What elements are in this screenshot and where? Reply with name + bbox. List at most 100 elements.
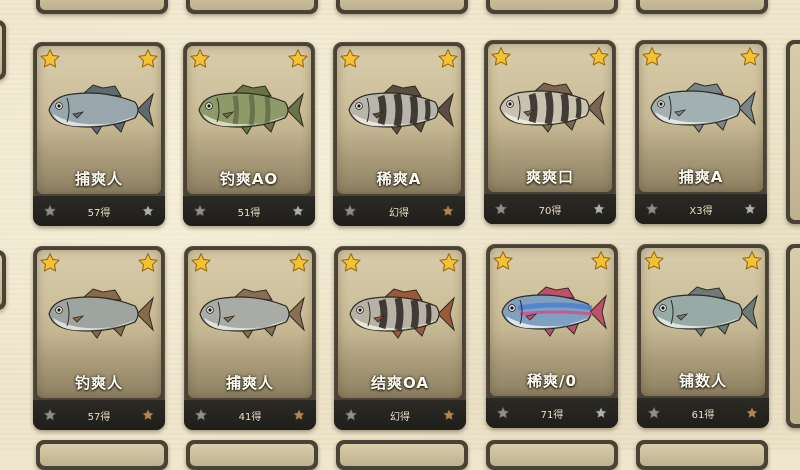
fish-card[interactable]: 捕爽人 57得: [33, 42, 165, 226]
star-icon: [194, 408, 208, 422]
star-icon: [592, 202, 606, 216]
star-icon: [43, 408, 57, 422]
card-footer: 51得: [183, 196, 315, 226]
star-icon: [442, 408, 456, 422]
star-icon: [141, 408, 155, 422]
fish-illustration: [343, 82, 455, 138]
star-icon: [594, 406, 608, 420]
star-icon: [490, 46, 512, 68]
partial-card-bottom: [486, 440, 618, 470]
star-icon: [588, 46, 610, 68]
fish-card[interactable]: 铺数人 61得: [637, 244, 769, 428]
partial-card-right: [786, 40, 800, 224]
fish-illustration: [645, 80, 757, 136]
star-icon: [340, 252, 362, 274]
fish-illustration: [494, 80, 606, 136]
fish-illustration: [496, 284, 608, 340]
star-icon: [494, 202, 508, 216]
star-icon: [438, 252, 460, 274]
partial-card-left: [0, 20, 6, 80]
fish-illustration: [193, 82, 305, 138]
star-icon: [641, 46, 663, 68]
star-icon: [745, 406, 759, 420]
star-icon: [190, 252, 212, 274]
fish-name: 捕爽人: [225, 374, 274, 392]
partial-card-left: [0, 250, 6, 310]
star-icon: [137, 48, 159, 70]
fish-name: 铺数人: [678, 372, 727, 390]
fish-value: X3得: [689, 206, 713, 217]
fish-value: 51得: [237, 208, 261, 219]
partial-card-top: [336, 0, 468, 14]
star-icon: [441, 204, 455, 218]
fish-name: 爽爽口: [525, 168, 574, 186]
fish-illustration: [194, 286, 306, 342]
star-icon: [137, 252, 159, 274]
fish-value: 71得: [540, 410, 564, 421]
star-icon: [193, 204, 207, 218]
star-icon: [437, 48, 459, 70]
fish-card[interactable]: 捕爽A X3得: [635, 40, 767, 224]
fish-value: 70得: [538, 206, 562, 217]
partial-card-right: [786, 244, 800, 428]
star-icon: [496, 406, 510, 420]
partial-card-top: [636, 0, 768, 14]
fish-value: 61得: [691, 410, 715, 421]
fish-value: 幻得: [389, 208, 409, 219]
star-icon: [39, 252, 61, 274]
star-icon: [590, 250, 612, 272]
card-footer: 70得: [484, 194, 616, 224]
fish-illustration: [344, 286, 456, 342]
fish-card[interactable]: 爽爽口 70得: [484, 40, 616, 224]
fish-value: 幻得: [390, 412, 410, 423]
star-icon: [739, 46, 761, 68]
fish-card[interactable]: 稀爽A 幻得: [333, 42, 465, 226]
fish-name: 捕爽人: [74, 170, 123, 188]
fish-illustration: [647, 284, 759, 340]
partial-card-bottom: [636, 440, 768, 470]
fish-card[interactable]: 结爽OA 幻得: [334, 246, 466, 430]
card-footer: 71得: [486, 398, 618, 428]
fish-illustration: [43, 82, 155, 138]
star-icon: [287, 48, 309, 70]
card-footer: 幻得: [333, 196, 465, 226]
star-icon: [743, 202, 757, 216]
partial-card-bottom: [186, 440, 318, 470]
card-footer: X3得: [635, 194, 767, 224]
fish-name: 捕爽A: [678, 168, 724, 186]
star-icon: [141, 204, 155, 218]
star-icon: [288, 252, 310, 274]
fish-name: 钓爽AO: [219, 170, 279, 188]
star-icon: [339, 48, 361, 70]
star-icon: [492, 250, 514, 272]
card-footer: 61得: [637, 398, 769, 428]
card-footer: 幻得: [334, 400, 466, 430]
star-icon: [189, 48, 211, 70]
fish-illustration: [43, 286, 155, 342]
partial-card-bottom: [336, 440, 468, 470]
card-footer: 41得: [184, 400, 316, 430]
fish-name: 结爽OA: [371, 374, 429, 392]
star-icon: [39, 48, 61, 70]
star-icon: [43, 204, 57, 218]
star-icon: [647, 406, 661, 420]
star-icon: [291, 204, 305, 218]
star-icon: [643, 250, 665, 272]
partial-card-top: [486, 0, 618, 14]
star-icon: [741, 250, 763, 272]
star-icon: [292, 408, 306, 422]
card-footer: 57得: [33, 196, 165, 226]
fish-name: 稀爽/0: [527, 372, 577, 390]
partial-card-top: [36, 0, 168, 14]
star-icon: [344, 408, 358, 422]
fish-value: 57得: [87, 208, 111, 219]
partial-card-bottom: [36, 440, 168, 470]
fish-card[interactable]: 钓爽AO 51得: [183, 42, 315, 226]
partial-card-top: [186, 0, 318, 14]
fish-name: 钓爽人: [74, 374, 123, 392]
fish-card[interactable]: 捕爽人 41得: [184, 246, 316, 430]
fish-value: 41得: [238, 412, 262, 423]
fish-card[interactable]: 钓爽人 57得: [33, 246, 165, 430]
fish-name: 稀爽A: [376, 170, 422, 188]
fish-card[interactable]: 稀爽/0 71得: [486, 244, 618, 428]
